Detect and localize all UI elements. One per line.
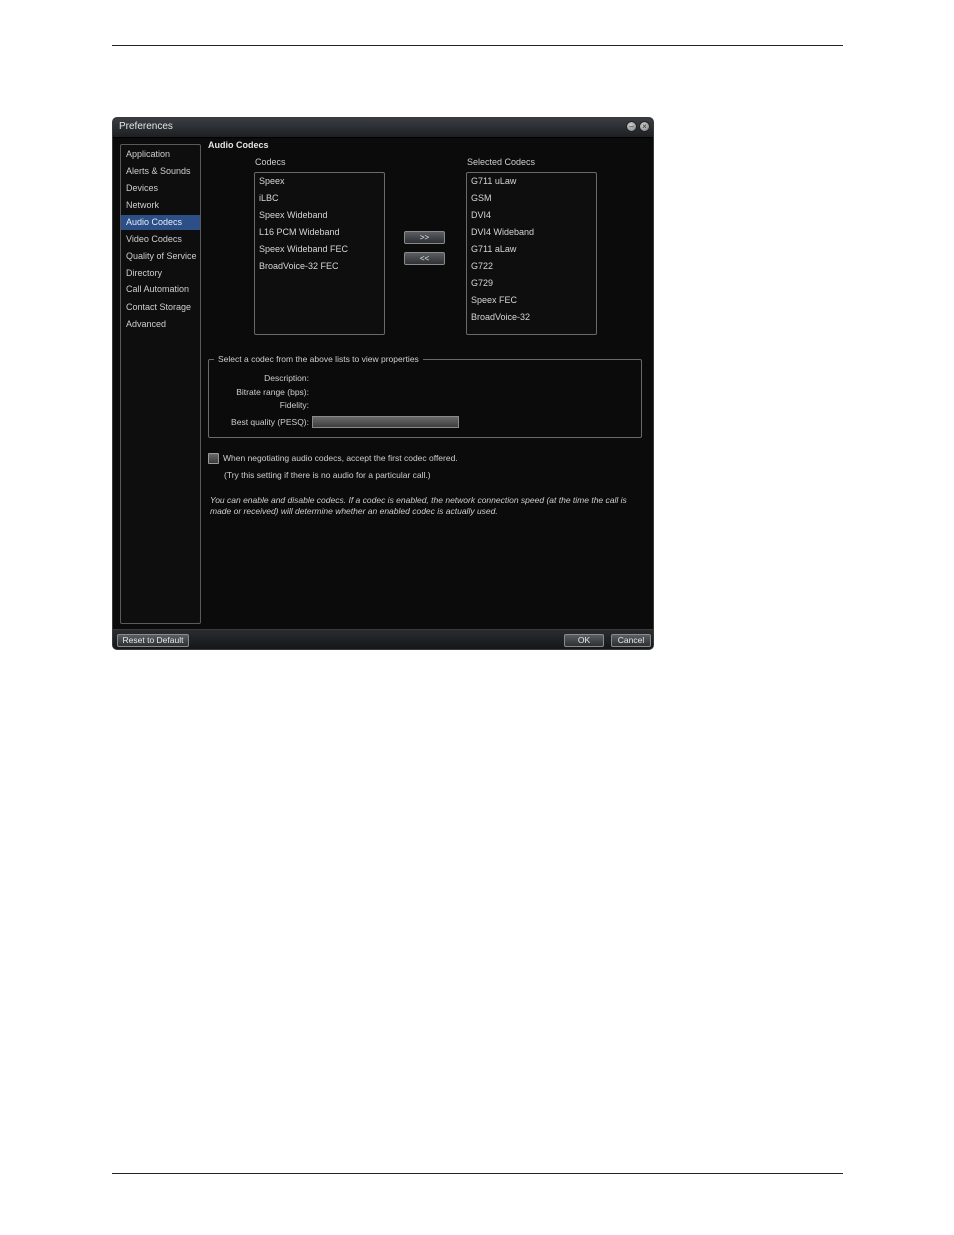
page-footer-rule [112,1173,843,1174]
list-item[interactable]: BroadVoice-32 FEC [255,258,384,274]
close-icon[interactable]: × [639,121,650,132]
cancel-button[interactable]: Cancel [611,634,651,647]
list-item[interactable]: Speex [255,173,384,189]
nav-item-application[interactable]: Application [121,147,200,162]
codecs-label: Codecs [255,157,286,167]
list-item[interactable]: iLBC [255,190,384,206]
list-item[interactable]: G711 uLaw [467,173,596,189]
window-title: Preferences [119,121,173,132]
list-item[interactable]: DVI4 [467,207,596,223]
add-codec-button[interactable]: >> [404,231,445,244]
selected-codecs-list[interactable]: G711 uLaw GSM DVI4 DVI4 Wideband G711 aL… [466,172,597,335]
remove-codec-button[interactable]: << [404,252,445,265]
ok-button[interactable]: OK [564,634,604,647]
reset-to-default-button[interactable]: Reset to Default [117,634,189,647]
properties-legend: Select a codec from the above lists to v… [214,354,423,364]
nav-item-audio-codecs[interactable]: Audio Codecs [121,215,200,230]
nav-item-alerts-sounds[interactable]: Alerts & Sounds [121,164,200,179]
codec-note: You can enable and disable codecs. If a … [210,495,627,516]
pesq-label: Best quality (PESQ): [231,417,309,427]
list-item[interactable]: DVI4 Wideband [467,224,596,240]
list-item[interactable]: L16 PCM Wideband [255,224,384,240]
nav-item-network[interactable]: Network [121,198,200,213]
list-item[interactable]: Speex Wideband FEC [255,241,384,257]
list-item[interactable]: G729 [467,275,596,291]
list-item[interactable]: Speex FEC [467,292,596,308]
list-item[interactable]: G711 aLaw [467,241,596,257]
nav-item-advanced[interactable]: Advanced [121,317,200,332]
nav-item-call-automation[interactable]: Call Automation [121,282,200,297]
nav-item-directory[interactable]: Directory [121,266,200,281]
accept-first-codec-checkbox[interactable] [208,453,219,464]
list-item[interactable]: G722 [467,258,596,274]
accept-first-codec-hint: (Try this setting if there is no audio f… [224,470,431,480]
preferences-nav: Application Alerts & Sounds Devices Netw… [120,144,201,624]
nav-item-quality-of-service[interactable]: Quality of Service [121,249,200,264]
pesq-quality-bar [312,416,459,428]
list-item[interactable]: BroadVoice-32 [467,309,596,325]
title-bar: Preferences – × [113,118,653,138]
preferences-window: Preferences – × Application Alerts & Sou… [112,117,654,650]
nav-item-contact-storage[interactable]: Contact Storage [121,300,200,315]
description-label: Description: [264,373,309,383]
dialog-button-bar: Reset to Default OK Cancel [113,629,653,649]
minimize-icon[interactable]: – [626,121,637,132]
list-item[interactable]: GSM [467,190,596,206]
fidelity-label: Fidelity: [279,400,309,410]
accept-first-codec-label[interactable]: When negotiating audio codecs, accept th… [223,453,458,463]
codec-properties-group: Select a codec from the above lists to v… [208,354,642,438]
list-item[interactable]: Speex Wideband [255,207,384,223]
codecs-list[interactable]: Speex iLBC Speex Wideband L16 PCM Wideba… [254,172,385,335]
section-title: Audio Codecs [208,140,269,150]
selected-codecs-label: Selected Codecs [467,157,536,167]
nav-item-devices[interactable]: Devices [121,181,200,196]
page-header-rule [112,45,843,46]
bitrate-label: Bitrate range (bps): [236,387,309,397]
nav-item-video-codecs[interactable]: Video Codecs [121,232,200,247]
